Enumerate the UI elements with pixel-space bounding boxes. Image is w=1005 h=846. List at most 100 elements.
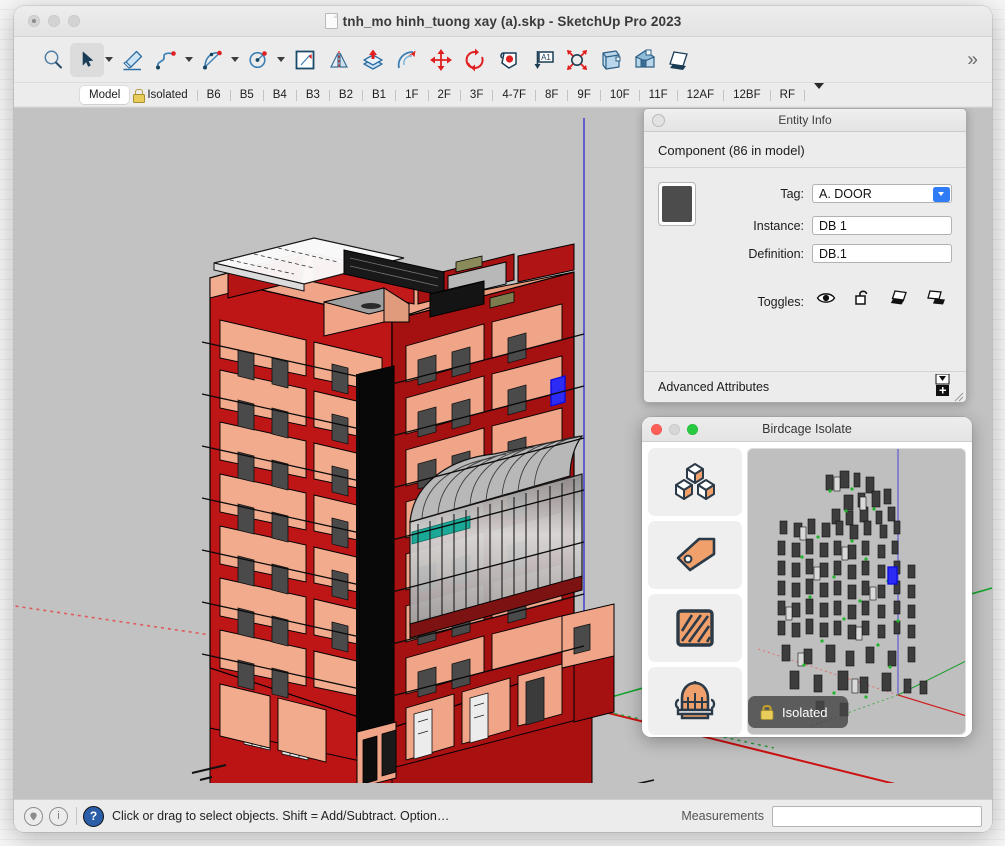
move-arrows-icon (428, 47, 454, 73)
close-icon[interactable] (652, 114, 665, 127)
entity-info-titlebar: Entity Info (644, 109, 966, 132)
rectangle-tool[interactable] (288, 43, 322, 77)
mirror-tool[interactable] (322, 43, 356, 77)
info-icon[interactable]: i (49, 807, 68, 826)
scene-tab-label: 9F (577, 89, 590, 101)
zoom-tool[interactable] (36, 43, 70, 77)
scene-tab-10f[interactable]: 10F (601, 86, 639, 104)
scene-tab-9f[interactable]: 9F (568, 86, 599, 104)
toggles-group (816, 288, 946, 312)
scene-tab-b5[interactable]: B5 (231, 86, 263, 104)
isolate-materials-button[interactable] (648, 594, 742, 662)
move-tool[interactable] (424, 43, 458, 77)
birdcage-preview[interactable]: Isolated (747, 448, 966, 735)
eraser-tool[interactable] (116, 43, 150, 77)
expand-collapse-icon[interactable] (935, 374, 950, 396)
scene-tab-b3[interactable]: B3 (297, 86, 329, 104)
scene-tab-1f[interactable]: 1F (396, 86, 427, 104)
scene-tab-4-7f[interactable]: 4-7F (493, 86, 535, 104)
close-button[interactable] (28, 15, 40, 27)
receives-shadow-glyph (890, 289, 909, 306)
section-plane-tool[interactable] (594, 43, 628, 77)
freehand-tool-caret[interactable] (185, 57, 193, 62)
arc-tool-caret[interactable] (231, 57, 239, 62)
unlocked-padlock-icon[interactable] (854, 288, 872, 312)
text-tool[interactable]: A1 (526, 43, 560, 77)
paint-bucket-tool[interactable] (492, 43, 526, 77)
circle-tool-caret[interactable] (277, 57, 285, 62)
scene-tab-11f[interactable]: 11F (640, 86, 677, 104)
isolate-components-button[interactable] (648, 448, 742, 516)
scene-tab-b6[interactable]: B6 (198, 86, 230, 104)
main-toolbar: A1 (14, 37, 992, 83)
casts-shadows-icon[interactable] (927, 289, 946, 311)
toolbar-overflow-button[interactable]: » (967, 50, 978, 69)
birdcage-button[interactable] (648, 667, 742, 735)
arc-tool-group[interactable] (196, 43, 242, 77)
window-traffic-lights[interactable] (28, 15, 80, 27)
scene-tab-b4[interactable]: B4 (264, 86, 296, 104)
freehand-tool[interactable] (150, 43, 184, 77)
select-tool-caret[interactable] (105, 57, 113, 62)
shadow-tool[interactable] (662, 43, 696, 77)
measurements-input[interactable] (772, 806, 982, 827)
definition-value: DB.1 (819, 247, 847, 261)
model-info-tool[interactable] (628, 43, 662, 77)
advanced-attributes-label[interactable]: Advanced Attributes (658, 380, 769, 394)
circle-tool-group[interactable] (242, 43, 288, 77)
scene-tab-3f[interactable]: 3F (461, 86, 492, 104)
scene-tab-12bf[interactable]: 12BF (724, 86, 770, 104)
rotate-tool[interactable] (458, 43, 492, 77)
scene-tab-b1[interactable]: B1 (363, 86, 395, 104)
pushpull-tool[interactable] (356, 43, 390, 77)
freehand-tool-group[interactable] (150, 43, 196, 77)
birdcage-traffic-lights[interactable] (651, 424, 698, 435)
scene-tab-rf[interactable]: RF (771, 86, 804, 104)
circle-tool[interactable] (242, 43, 276, 77)
maximize-button[interactable] (687, 424, 698, 435)
maximize-button[interactable] (68, 15, 80, 27)
tag-dropdown[interactable]: A. DOOR (812, 184, 952, 203)
paint-bucket-icon (496, 47, 522, 73)
isolate-tags-button[interactable] (648, 521, 742, 589)
arc-icon (200, 48, 226, 72)
definition-input[interactable]: DB.1 (812, 244, 952, 263)
scene-tab-2f[interactable]: 2F (429, 86, 460, 104)
birdcage-isolate-window[interactable]: Birdcage Isolate (642, 417, 972, 737)
scene-tab-8f[interactable]: 8F (536, 86, 567, 104)
arc-tool[interactable] (196, 43, 230, 77)
instance-input[interactable]: DB 1 (812, 216, 952, 235)
select-tool[interactable] (70, 43, 104, 77)
receives-shadows-icon[interactable] (890, 289, 909, 311)
scene-tab-model[interactable]: Model (80, 86, 129, 104)
followme-tool[interactable] (390, 43, 424, 77)
minimize-button[interactable] (48, 15, 60, 27)
scene-tab-bar: Model Isolated B6 B5 B4 B3 B2 B1 1F 2F 3… (14, 83, 992, 108)
isolate-tags-icon (672, 535, 718, 575)
scene-tab-isolated[interactable]: Isolated (129, 86, 196, 104)
help-question-icon[interactable]: ? (83, 806, 104, 827)
scale-tool[interactable] (560, 43, 594, 77)
entity-info-panel[interactable]: Entity Info Component (86 in model) Tag:… (643, 108, 967, 403)
geo-location-icon[interactable] (24, 807, 43, 826)
minimize-button[interactable] (669, 424, 680, 435)
chevron-down-icon[interactable] (933, 187, 950, 202)
scene-tab-label: 4-7F (502, 89, 526, 101)
window-title: tnh_mo hinh_tuong xay (a).skp - SketchUp… (343, 14, 682, 29)
scene-tab-label: 12AF (687, 89, 715, 101)
instance-label: Instance: (644, 219, 804, 233)
visible-eye-icon[interactable] (816, 290, 836, 311)
close-button[interactable] (651, 424, 662, 435)
model-viewport[interactable]: Entity Info Component (86 in model) Tag:… (14, 108, 992, 799)
eye-glyph (816, 290, 836, 306)
scene-tab-b2[interactable]: B2 (330, 86, 362, 104)
select-tool-group[interactable] (70, 43, 116, 77)
definition-row: Definition: DB.1 (644, 244, 952, 263)
definition-label: Definition: (644, 247, 804, 261)
scene-tab-12af[interactable]: 12AF (678, 86, 724, 104)
grip-glyph (953, 391, 964, 402)
scene-tabs-more-button[interactable] (805, 86, 833, 104)
scene-tab-label: RF (780, 89, 795, 101)
resize-grip-icon[interactable] (953, 389, 964, 400)
isolate-components-icon (672, 460, 718, 504)
